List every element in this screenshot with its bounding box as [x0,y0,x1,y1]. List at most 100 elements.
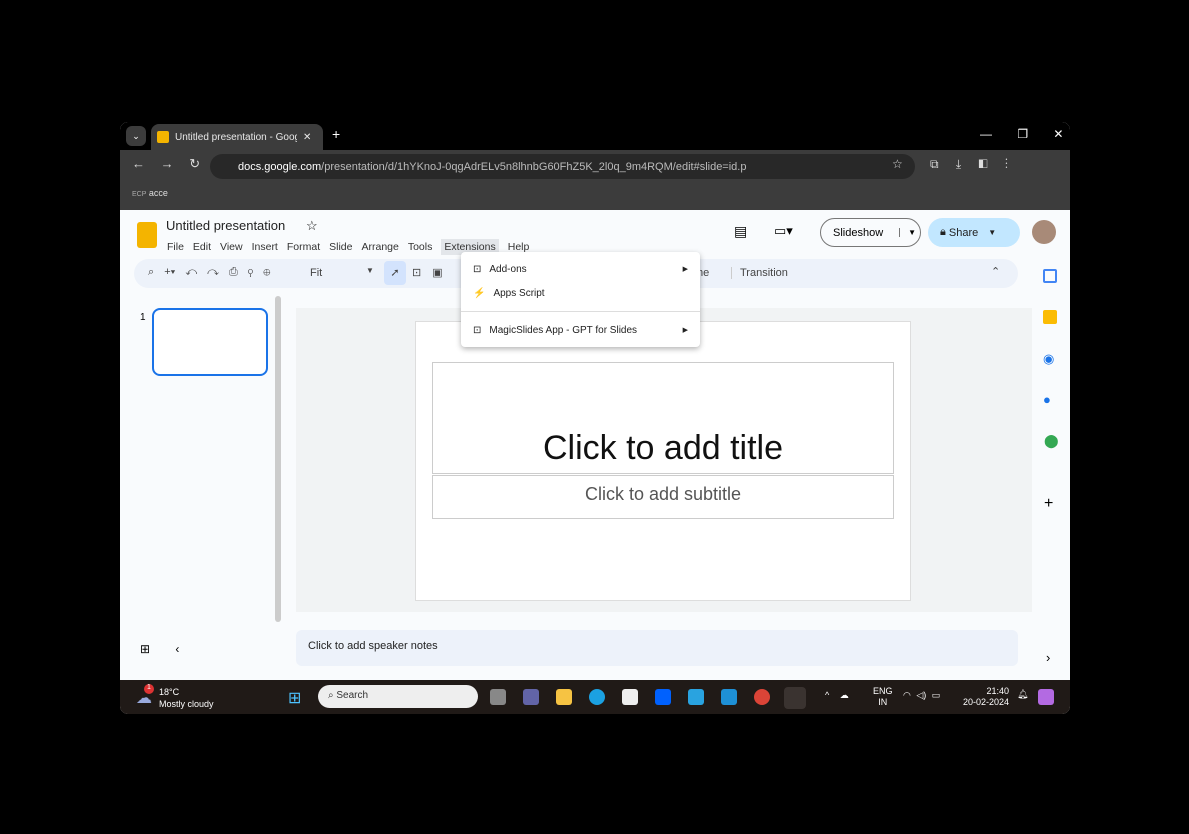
share-dropdown[interactable]: ▼ [988,228,996,237]
meet-icon[interactable]: ▭▾ [774,223,793,239]
slideshow-label: Slideshow [833,226,884,239]
tasks-icon[interactable]: ◉ [1043,351,1054,367]
menu-item-apps-script[interactable]: ⚡ Apps Script [461,281,700,305]
edge-icon[interactable] [589,689,605,705]
filmstrip-scrollbar[interactable] [275,296,281,622]
zoom-dropdown-icon[interactable]: ▼ [366,266,374,275]
time: 21:40 [986,686,1010,696]
bookmark-star-icon[interactable]: ☆ [892,157,903,171]
zoom-select[interactable]: Fit [310,267,322,279]
weather-temp: 18°C [159,687,180,697]
address-bar-row: ← → ↻ docs.google.com/presentation/d/1hY… [120,150,1070,182]
apps-script-label: Apps Script [493,287,545,299]
menu-arrange[interactable]: Arrange [361,241,398,253]
browser-toolbar-icons[interactable]: ⧉ ⤓ ◧ ⋮ [930,157,1008,172]
task-view-icon[interactable] [490,689,506,705]
chrome-icon[interactable] [754,689,770,705]
tray-icons[interactable]: ^ ☁ [825,690,849,701]
extensions-dropdown: ⊡ Add-ons ▶ ⚡ Apps Script ⊡ MagicSlides App … [461,252,700,347]
chrome-profile-icon-active[interactable] [784,687,806,709]
mail-icon[interactable] [721,689,737,705]
search-label: Search [336,690,369,701]
slide-canvas: Click to add title Click to add subtitle [415,321,911,601]
copilot-icon[interactable] [1038,689,1054,705]
calendar-icon[interactable] [1043,269,1057,283]
doc-title[interactable]: Untitled presentation [166,218,285,233]
nav-buttons[interactable]: ← → ↻ [132,156,200,172]
apps-script-icon: ⚡ [473,287,486,299]
network-sound-battery-icons[interactable]: ◠ ◁) ▭ [903,690,940,701]
lang-line2: IN [878,697,888,707]
menu-item-addons[interactable]: ⊡ Add-ons ▶ [461,257,700,281]
share-label: Share [948,226,979,239]
avatar[interactable] [1032,220,1056,244]
slides-logo-icon[interactable] [137,222,157,248]
lock-icon: 🔒︎ [940,226,946,238]
slides-favicon-icon [157,131,169,143]
speaker-notes[interactable]: Click to add speaker notes [296,630,1018,666]
bookmark-item[interactable]: acce [149,188,168,198]
addons-label: Add-ons [489,263,527,275]
contacts-icon[interactable]: ● [1043,392,1051,407]
collapse-toolbar-icon[interactable]: ⌃ [991,265,1000,278]
slide-thumbnail[interactable] [152,308,268,376]
menu-edit[interactable]: Edit [193,241,211,253]
app-icon[interactable] [688,689,704,705]
url-path: /presentation/d/1hYKnoJ-0qgAdrELv5n8lhnb… [321,160,747,173]
insert-tools[interactable]: ⊡ ▣ [412,266,443,279]
keep-icon[interactable] [1043,310,1057,324]
close-tab-icon[interactable]: ✕ [303,132,311,143]
magicslides-label: MagicSlides App - GPT for Slides [489,324,638,336]
dropbox-icon[interactable] [655,689,671,705]
menu-slide[interactable]: Slide [329,241,352,253]
notification-icon[interactable]: 🔔︎ [1017,689,1028,700]
menu-divider [461,311,700,312]
slide-number: 1 [140,312,146,323]
grid-view-and-collapse[interactable]: ⊞ ‹ [140,642,179,656]
toolbar-icons[interactable]: ⌕ +▾ ↶ ↷ ⎙ ⚲ ⊕ [148,266,270,279]
menu-view[interactable]: View [220,241,243,253]
weather-desc: Mostly cloudy [159,699,214,709]
menu-file[interactable]: File [167,241,184,253]
side-panel: ◉ ● ⬤ + › [1030,265,1070,680]
language-indicator[interactable]: ENG IN [873,686,893,708]
slides-app: Untitled presentation ☆ File Edit View Inse… [120,210,1070,680]
select-tool-icon[interactable]: ➚ [384,261,406,285]
maps-icon[interactable]: ⬤ [1044,433,1059,449]
url-input[interactable]: docs.google.com/presentation/d/1hYKnoJ-0… [210,154,915,179]
expand-panel-icon[interactable]: › [1046,650,1050,665]
comments-icon[interactable]: ▤ [734,223,747,240]
bookmark-icon: ECP [132,191,147,198]
menu-format[interactable]: Format [287,241,320,253]
bookmarks-bar: ECP acce [120,182,1070,210]
file-explorer-icon[interactable] [556,689,572,705]
slideshow-dropdown[interactable]: ▼ [899,228,916,237]
menu-item-magicslides[interactable]: ⊡ MagicSlides App - GPT for Slides ▶ [461,318,700,342]
transition-button[interactable]: Transition [731,267,788,279]
taskbar-search[interactable]: ⌕ Search [318,685,478,708]
canvas-area: Click to add title Click to add subtitle [296,308,1032,612]
teams-icon[interactable] [523,689,539,705]
menu-insert[interactable]: Insert [252,241,278,253]
date: 20-02-2024 [963,697,1010,707]
addons-icon: ⊡ [473,263,482,275]
new-tab-button[interactable]: + [332,126,340,142]
url-domain: docs.google.com [238,160,322,173]
subtitle-placeholder[interactable]: Click to add subtitle [432,475,894,519]
clock[interactable]: 21:40 20-02-2024 [963,686,1009,708]
share-button[interactable]: 🔒︎ Share ▼ [928,218,1020,247]
weather-badge: 1 [144,684,154,694]
slideshow-button[interactable]: Slideshow ▼ [820,218,921,247]
tab-title: Untitled presentation - Google S [175,131,297,143]
lang-line1: ENG [873,686,893,696]
store-icon[interactable] [622,689,638,705]
title-placeholder[interactable]: Click to add title [432,362,894,474]
star-icon[interactable]: ☆ [306,218,318,234]
add-addon-icon[interactable]: + [1044,495,1053,513]
tab-bar: ⌄ Untitled presentation - Google S ✕ + —… [120,122,1070,150]
start-icon[interactable]: ⊞ [288,688,301,708]
menu-tools[interactable]: Tools [408,241,433,253]
tab-active[interactable]: Untitled presentation - Google S ✕ [151,124,323,150]
window-controls[interactable]: — ❐ ✕ [980,127,1063,141]
tab-search-button[interactable]: ⌄ [126,126,146,146]
